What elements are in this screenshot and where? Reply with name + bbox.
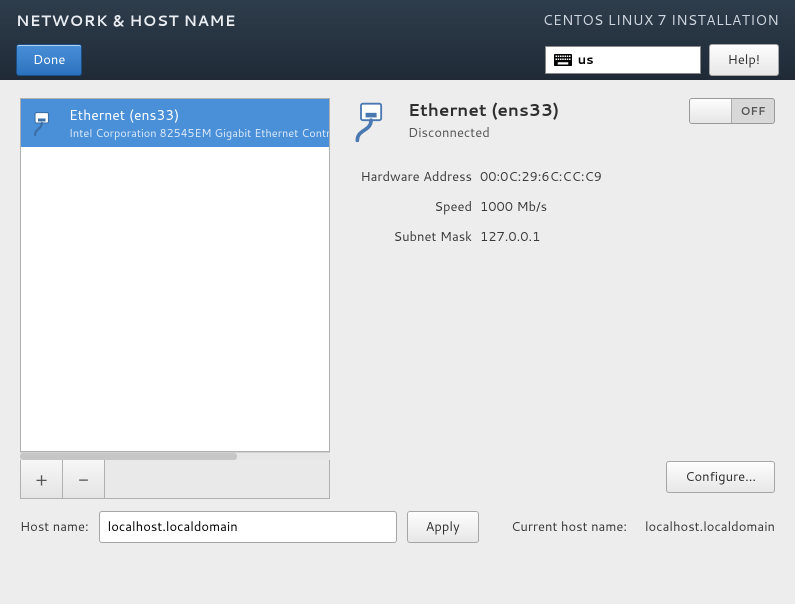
current-hostname-label: Current host name: [511,518,627,536]
header-bar: NETWORK & HOST NAME CENTOS LINUX 7 INSTA… [0,0,795,80]
keyboard-icon [554,54,572,66]
hw-address-value: 00:0C:29:6C:CC:C9 [480,168,602,186]
keyboard-layout-value: us [578,51,594,69]
subnet-label: Subnet Mask [350,228,480,246]
horizontal-scrollbar[interactable] [20,452,330,460]
page-title: NETWORK & HOST NAME [16,10,236,31]
current-hostname-value: localhost.localdomain [645,518,775,536]
nic-item-description: Intel Corporation 82545EM Gigabit Ethern… [69,125,330,141]
nic-enable-toggle[interactable]: OFF [689,98,775,124]
install-title: CENTOS LINUX 7 INSTALLATION [543,10,779,30]
speed-value: 1000 Mb/s [480,198,547,216]
apply-hostname-button[interactable]: Apply [407,511,479,543]
keyboard-layout-indicator[interactable]: us [545,46,701,74]
toggle-state-label: OFF [732,99,774,123]
help-button[interactable]: Help! [709,44,779,76]
nic-title: Ethernet (ens33) [408,98,675,122]
nic-item-name: Ethernet (ens33) [69,105,330,125]
done-button[interactable]: Done [16,44,82,76]
add-nic-button[interactable]: + [21,460,63,498]
speed-label: Speed [350,198,480,216]
hostname-label: Host name: [20,518,89,536]
ethernet-large-icon [350,100,394,144]
ethernet-icon [29,108,59,138]
nic-list-item[interactable]: Ethernet (ens33) Intel Corporation 82545… [21,99,329,147]
hw-address-label: Hardware Address [350,168,480,186]
nic-status: Disconnected [408,124,675,142]
subnet-value: 127.0.0.1 [480,228,540,246]
hostname-input[interactable] [99,511,397,543]
toggle-handle [690,99,732,123]
remove-nic-button[interactable]: − [63,460,105,498]
nic-list[interactable]: Ethernet (ens33) Intel Corporation 82545… [20,98,330,452]
configure-button[interactable]: Configure... [666,461,775,493]
